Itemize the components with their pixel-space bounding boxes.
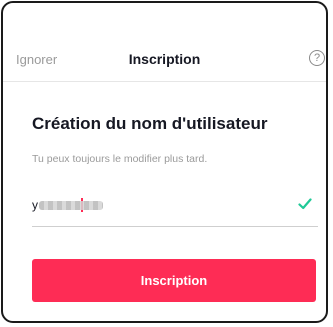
checkmark-icon	[298, 198, 312, 210]
help-icon[interactable]: ?	[309, 50, 325, 66]
blurred-username-text	[39, 200, 103, 210]
section-heading: Création du nom d'utilisateur	[32, 114, 268, 133]
username-value: y	[32, 198, 103, 212]
skip-button[interactable]: Ignorer	[16, 52, 57, 67]
top-bar: Ignorer Inscription ?	[3, 3, 326, 82]
signup-button[interactable]: Inscription	[32, 259, 316, 302]
username-input[interactable]: y	[32, 187, 318, 227]
phone-frame: Ignorer Inscription ? Création du nom d'…	[1, 1, 328, 323]
username-visible-text: y	[32, 198, 38, 212]
helper-text: Tu peux toujours le modifier plus tard.	[32, 153, 208, 165]
